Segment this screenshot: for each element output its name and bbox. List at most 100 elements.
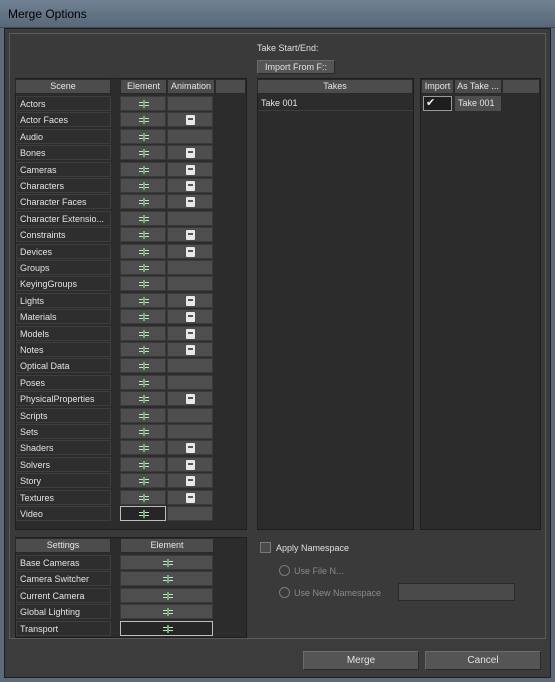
element-toggle-icon [139,231,149,239]
scene-animation-toggle[interactable] [167,244,213,259]
scene-animation-toggle[interactable] [167,194,213,209]
settings-row-label: Base Cameras [16,555,111,570]
settings-element-header: Element [120,538,214,553]
animation-toggle-icon [186,345,195,355]
take-name: Take 001 [261,98,298,108]
import-extra-header [502,79,540,94]
take-row[interactable]: Take 001 [258,96,413,111]
scene-animation-toggle[interactable] [167,424,213,439]
scene-row-label: Story [16,473,111,488]
animation-toggle-icon [186,230,195,240]
settings-element-toggle[interactable] [120,571,213,586]
scene-animation-toggle[interactable] [167,260,213,275]
scene-animation-toggle[interactable] [167,473,213,488]
scene-row-label: Models [16,326,111,341]
scene-animation-toggle[interactable] [167,358,213,373]
scene-row-label: PhysicalProperties [16,391,111,406]
use-file-radio[interactable] [279,565,290,576]
scene-animation-toggle[interactable] [167,326,213,341]
settings-element-toggle[interactable] [120,555,213,570]
as-take-column-header: As Take ... [454,79,502,94]
apply-namespace-checkbox[interactable] [260,542,271,553]
scene-extra-header [215,79,246,94]
scene-animation-toggle[interactable] [167,211,213,226]
scene-element-toggle[interactable] [120,227,166,242]
scene-element-toggle[interactable] [120,506,166,521]
scene-row-label: KeyingGroups [16,276,111,291]
as-take-field[interactable]: Take 001 [455,96,501,111]
scene-element-toggle[interactable] [120,276,166,291]
element-toggle-icon [139,116,149,124]
scene-element-toggle[interactable] [120,342,166,357]
element-toggle-icon [139,395,149,403]
scene-animation-toggle[interactable] [167,375,213,390]
scene-animation-toggle[interactable] [167,162,213,177]
scene-animation-toggle[interactable] [167,293,213,308]
scene-element-toggle[interactable] [120,96,166,111]
scene-animation-toggle[interactable] [167,178,213,193]
element-toggle-icon [139,412,149,420]
scene-element-toggle[interactable] [120,375,166,390]
scene-animation-toggle[interactable] [167,276,213,291]
take-start-end-label: Take Start/End: [257,43,319,53]
window-title: Merge Options [8,7,87,21]
settings-header: Settings [15,538,111,553]
scene-element-toggle[interactable] [120,244,166,259]
element-column-header: Element [120,79,167,94]
scene-element-toggle[interactable] [120,391,166,406]
import-checkbox[interactable]: ✔ [423,96,452,111]
scene-element-toggle[interactable] [120,293,166,308]
new-namespace-input[interactable] [398,583,515,601]
scene-element-toggle[interactable] [120,145,166,160]
element-toggle-icon [139,182,149,190]
use-new-namespace-radio[interactable] [279,587,290,598]
scene-element-toggle[interactable] [120,490,166,505]
scene-element-toggle[interactable] [120,129,166,144]
element-toggle-icon [139,166,149,174]
scene-row-label: Optical Data [16,358,111,373]
scene-animation-toggle[interactable] [167,145,213,160]
scene-element-toggle[interactable] [120,358,166,373]
scene-animation-toggle[interactable] [167,96,213,111]
settings-row-label: Global Lighting [16,604,111,619]
scene-animation-toggle[interactable] [167,309,213,324]
scene-element-toggle[interactable] [120,408,166,423]
scene-element-toggle[interactable] [120,424,166,439]
scene-element-toggle[interactable] [120,440,166,455]
scene-element-toggle[interactable] [120,473,166,488]
scene-animation-toggle[interactable] [167,457,213,472]
scene-row-label: Solvers [16,457,111,472]
scene-animation-toggle[interactable] [167,408,213,423]
import-from-button[interactable]: Import From F:: [257,60,335,74]
scene-row-label: Character Faces [16,194,111,209]
scene-element-toggle[interactable] [120,457,166,472]
animation-toggle-icon [186,443,195,453]
scene-row-label: Constraints [16,227,111,242]
scene-animation-toggle[interactable] [167,112,213,127]
scene-animation-toggle[interactable] [167,490,213,505]
scene-animation-toggle[interactable] [167,506,213,521]
animation-toggle-icon [186,476,195,486]
scene-animation-toggle[interactable] [167,342,213,357]
scene-element-toggle[interactable] [120,178,166,193]
settings-element-toggle[interactable] [120,621,213,636]
scene-animation-toggle[interactable] [167,440,213,455]
scene-element-toggle[interactable] [120,326,166,341]
scene-element-toggle[interactable] [120,211,166,226]
settings-element-toggle[interactable] [120,588,213,603]
scene-animation-toggle[interactable] [167,227,213,242]
scene-element-toggle[interactable] [120,194,166,209]
scene-animation-toggle[interactable] [167,129,213,144]
import-panel [420,78,541,530]
scene-element-toggle[interactable] [120,309,166,324]
cancel-button[interactable]: Cancel [425,651,541,670]
scene-element-toggle[interactable] [120,162,166,177]
scene-element-toggle[interactable] [120,260,166,275]
settings-element-toggle[interactable] [120,604,213,619]
scene-animation-toggle[interactable] [167,391,213,406]
scene-header: Scene [15,79,111,94]
element-toggle-icon [163,559,173,567]
merge-button[interactable]: Merge [303,651,419,670]
scene-element-toggle[interactable] [120,112,166,127]
element-toggle-icon [139,477,149,485]
